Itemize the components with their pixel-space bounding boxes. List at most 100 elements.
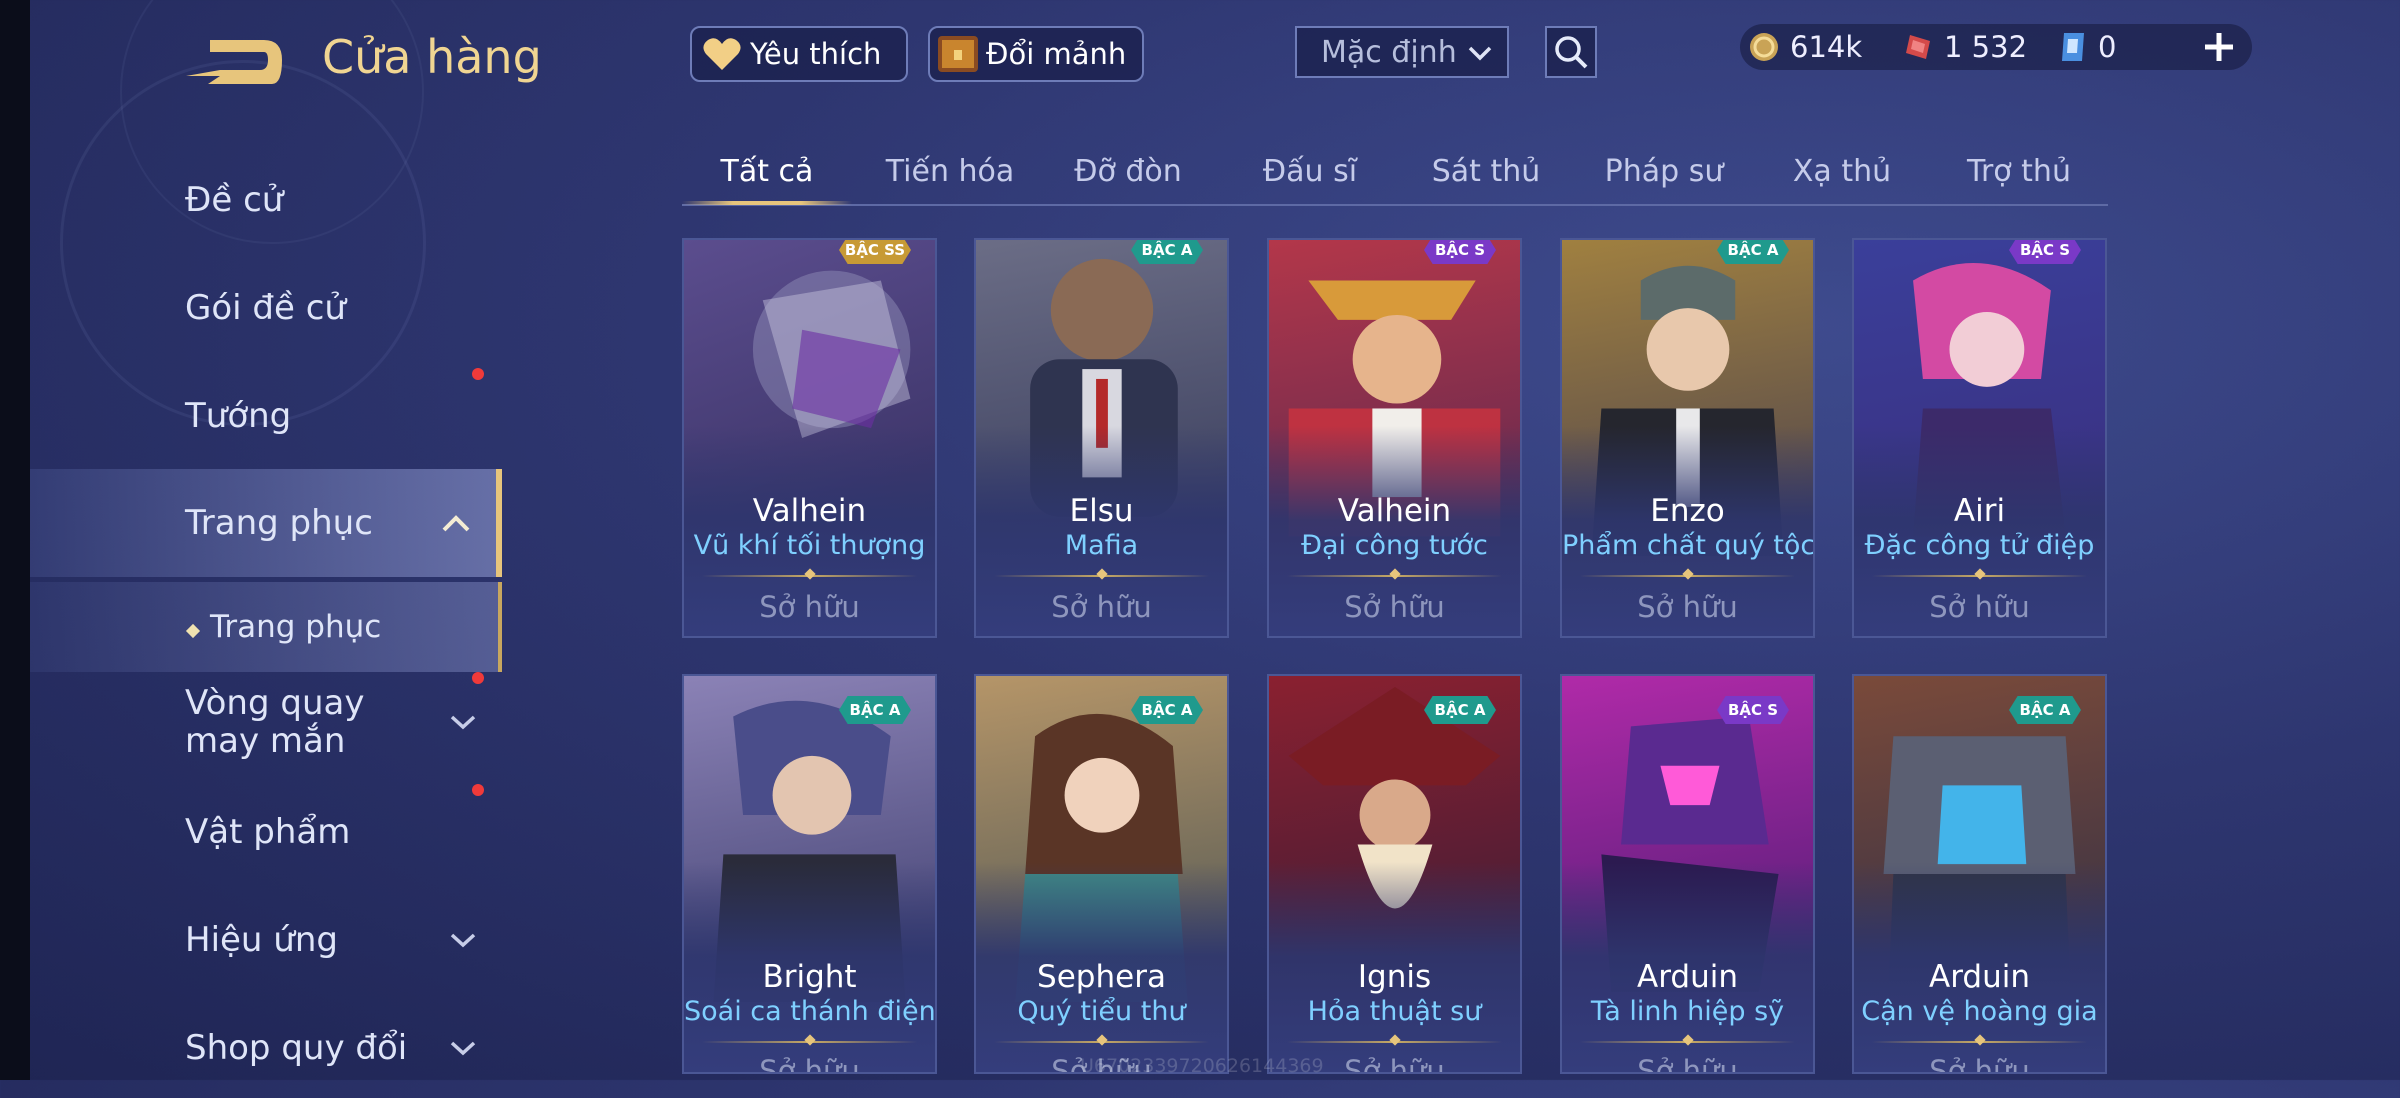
sidebar-item-label: Gói đề cử [185, 288, 346, 328]
tier-badge: BẬC A [2009, 696, 2081, 724]
favorites-button[interactable]: Yêu thích [690, 26, 908, 82]
skin-card[interactable]: BẬC SS Valhein Vũ khí tối thượng Sở hữu [682, 238, 937, 638]
skin-card[interactable]: BẬC A Enzo Phẩm chất quý tộc Sở hữu [1560, 238, 1815, 638]
skin-card[interactable]: BẬC S Arduin Tà linh hiệp sỹ Sở hữu [1560, 674, 1815, 1074]
hero-name: Airi [1953, 493, 2006, 529]
sort-dropdown[interactable]: Mặc định [1295, 26, 1509, 78]
skin-card[interactable]: BẬC A Arduin Cận vệ hoàng gia Sở hữu [1852, 674, 2107, 1074]
watermark: U6702339720626144369 [1080, 1055, 1324, 1077]
hero-name: Bright [762, 959, 857, 995]
tab-marksman[interactable]: Xạ thủ [1754, 140, 1930, 202]
skin-card[interactable]: BẬC A Sephera Quý tiểu thư Sở hữu [974, 674, 1229, 1074]
skin-card[interactable]: BẬC S Airi Đặc công tử điệp Sở hữu [1852, 238, 2107, 638]
owned-status: Sở hữu [759, 590, 860, 624]
skin-name: Tà linh hiệp sỹ [1590, 996, 1785, 1027]
plus-icon [2205, 33, 2233, 61]
divider [994, 575, 1209, 577]
notification-dot [472, 672, 484, 684]
chevron-down-icon [450, 933, 476, 948]
heart-icon [700, 32, 744, 76]
sidebar-item-label: Đề cử [185, 180, 284, 220]
chevron-down-icon [450, 715, 476, 730]
tab-evolution[interactable]: Tiến hóa [860, 140, 1040, 202]
divider [1580, 575, 1795, 577]
sort-selected-value: Mặc định [1321, 34, 1457, 70]
notification-dot [472, 784, 484, 796]
sidebar-item-label: Tướng [185, 396, 292, 436]
back-button[interactable] [180, 30, 290, 90]
tab-fighter[interactable]: Đấu sĩ [1222, 140, 1398, 202]
red-voucher-icon [1902, 31, 1934, 63]
sidebar-subitem-skins[interactable]: Trang phục [30, 582, 502, 672]
chevron-up-icon [442, 515, 470, 532]
hero-name: Valhein [1337, 493, 1452, 529]
owned-status: Sở hữu [1637, 1054, 1738, 1074]
owned-status: Sở hữu [1929, 1054, 2030, 1074]
exchange-shards-button[interactable]: Đổi mảnh [928, 26, 1144, 82]
sidebar-item-effects[interactable]: Hiệu ứng [30, 890, 502, 990]
tier-badge: BẬC A [1424, 696, 1496, 724]
skin-name: Hỏa thuật sư [1307, 996, 1482, 1027]
owned-status: Sở hữu [1929, 590, 2030, 624]
hero-name: Valhein [752, 493, 867, 529]
ticket-amount: 0 [2098, 30, 2117, 64]
skin-name: Quý tiểu thư [1017, 996, 1186, 1027]
search-button[interactable] [1545, 26, 1597, 78]
sidebar-item-recommended[interactable]: Đề cử [30, 150, 502, 250]
skin-card[interactable]: BẬC A Ignis Hỏa thuật sư Sở hữu [1267, 674, 1522, 1074]
gold-balance: 614k [1748, 24, 1862, 70]
skin-card[interactable]: BẬC S Valhein Đại công tước Sở hữu [1267, 238, 1522, 638]
divider [994, 1041, 1209, 1043]
tab-assassin[interactable]: Sát thủ [1398, 140, 1574, 202]
tier-badge: BẬC S [2009, 240, 2081, 264]
divider [1872, 575, 2087, 577]
hero-name: Elsu [1069, 493, 1134, 529]
skin-name: Đại công tước [1301, 530, 1488, 561]
tab-support[interactable]: Trợ thủ [1930, 140, 2108, 202]
skin-card[interactable]: BẬC A Bright Soái ca thánh điện Sở hữu [682, 674, 937, 1074]
tab-all[interactable]: Tất cả [682, 140, 852, 205]
owned-status: Sở hữu [759, 1054, 860, 1074]
owned-status: Sở hữu [1344, 590, 1445, 624]
exchange-shards-label: Đổi mảnh [986, 37, 1127, 71]
gold-coin-icon [1748, 31, 1780, 63]
sidebar-item-skins[interactable]: Trang phục [30, 469, 502, 577]
chevron-down-icon [450, 1041, 476, 1056]
sidebar-item-items[interactable]: Vật phẩm [30, 782, 502, 882]
page-title: Cửa hàng [322, 30, 542, 84]
sidebar-item-label: Vòng quay may mắn [185, 683, 365, 761]
hero-name: Ignis [1357, 959, 1432, 995]
owned-status: Sở hữu [1051, 590, 1152, 624]
sidebar-item-label: Trang phục [185, 503, 373, 543]
hero-name: Arduin [1929, 959, 2030, 995]
category-tabs: Tất cả Tiến hóa Đỡ đòn Đấu sĩ Sát thủ Ph… [682, 140, 2108, 206]
tier-badge: BẬC S [1717, 696, 1789, 724]
skin-card[interactable]: BẬC A Elsu Mafia Sở hữu [974, 238, 1229, 638]
ticket-balance: 0 [2058, 24, 2116, 70]
tab-mage[interactable]: Pháp sư [1574, 140, 1754, 202]
divider [1872, 1041, 2087, 1043]
divider [1287, 575, 1502, 577]
sidebar-item-label: Shop quy đổi [185, 1028, 408, 1068]
sidebar-item-label: Vật phẩm [185, 812, 351, 852]
skin-name: Mafia [1064, 530, 1139, 561]
voucher-amount: 1 532 [1944, 30, 2028, 64]
search-icon [1555, 36, 1588, 69]
back-arrow-icon [186, 40, 282, 84]
sidebar-item-exchange-shop[interactable]: Shop quy đổi [30, 998, 502, 1098]
bullet-diamond-icon [185, 623, 201, 639]
sidebar-item-recommended-bundles[interactable]: Gói đề cử [30, 258, 502, 380]
tier-badge: BẬC A [1717, 240, 1789, 264]
sidebar-item-heroes[interactable]: Tướng [30, 366, 502, 466]
screen-edge [0, 0, 30, 1080]
divider [702, 575, 917, 577]
skin-name: Vũ khí tối thượng [693, 530, 926, 561]
sidebar-item-lucky-spin[interactable]: Vòng quay may mắn [30, 672, 502, 772]
hero-name: Sephera [1037, 959, 1166, 995]
add-currency-button[interactable] [2196, 24, 2242, 70]
sidebar: Đề cử Gói đề cử Tướng Trang phục Trang p… [30, 150, 502, 1080]
tab-tank[interactable]: Đỡ đòn [1040, 140, 1216, 202]
hero-name: Arduin [1637, 959, 1738, 995]
gold-amount: 614k [1790, 30, 1863, 64]
chevron-down-icon [1468, 46, 1492, 61]
